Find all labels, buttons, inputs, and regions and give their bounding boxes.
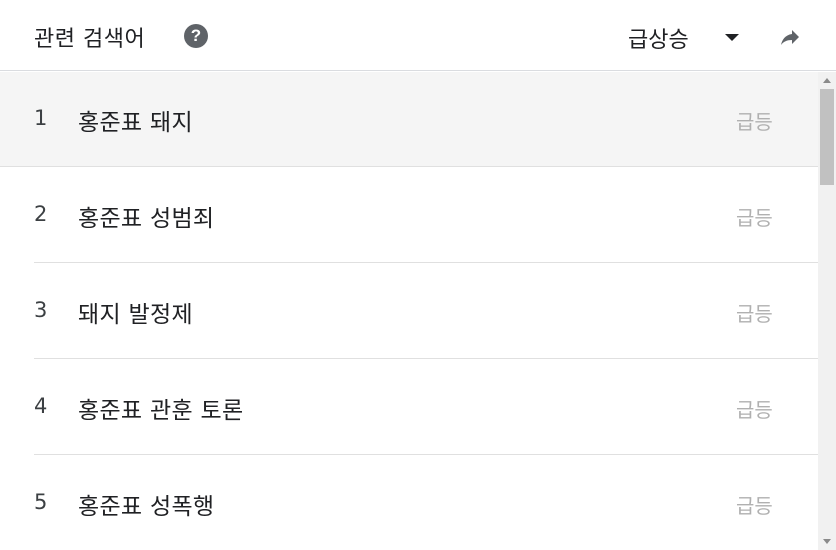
scroll-down-arrow-icon[interactable] [823, 539, 831, 544]
row-divider [0, 166, 818, 167]
row-divider [34, 454, 818, 455]
share-icon[interactable] [775, 25, 805, 49]
list-item[interactable]: 3 돼지 발정제 급등 [0, 264, 818, 359]
widget-header: 관련 검색어 ? 급상승 [0, 0, 836, 71]
trend-value: 급등 [736, 110, 773, 134]
rank-number: 5 [34, 490, 48, 514]
vertical-scrollbar[interactable] [818, 72, 836, 550]
help-icon[interactable]: ? [184, 24, 208, 48]
rank-number: 2 [34, 202, 48, 226]
query-text: 홍준표 성범죄 [78, 206, 215, 232]
trend-value: 급등 [736, 302, 773, 326]
list-item[interactable]: 2 홍준표 성범죄 급등 [0, 168, 818, 263]
query-text: 홍준표 성폭행 [78, 494, 215, 520]
row-divider [34, 262, 818, 263]
rank-number: 4 [34, 394, 48, 418]
sort-dropdown-label: 급상승 [628, 28, 689, 53]
list-item[interactable]: 4 홍준표 관훈 토론 급등 [0, 360, 818, 455]
caret-down-icon [725, 34, 739, 41]
related-queries-widget: 관련 검색어 ? 급상승 1 홍준표 돼지 급등 2 홍준표 성범죄 급등 3 … [0, 0, 836, 550]
trend-value: 급등 [736, 398, 773, 422]
rank-number: 1 [34, 106, 48, 130]
widget-title: 관련 검색어 [34, 27, 146, 52]
query-text: 홍준표 돼지 [78, 110, 193, 136]
list-item[interactable]: 5 홍준표 성폭행 급등 [0, 456, 818, 550]
related-queries-list: 1 홍준표 돼지 급등 2 홍준표 성범죄 급등 3 돼지 발정제 급등 4 홍… [0, 72, 818, 550]
trend-value: 급등 [736, 494, 773, 518]
list-item[interactable]: 1 홍준표 돼지 급등 [0, 72, 818, 167]
scrollbar-thumb[interactable] [820, 89, 834, 185]
trend-value: 급등 [736, 206, 773, 230]
row-divider [34, 358, 818, 359]
scroll-up-arrow-icon[interactable] [823, 78, 831, 83]
query-text: 돼지 발정제 [78, 302, 193, 328]
rank-number: 3 [34, 298, 48, 322]
query-text: 홍준표 관훈 토론 [78, 398, 244, 424]
